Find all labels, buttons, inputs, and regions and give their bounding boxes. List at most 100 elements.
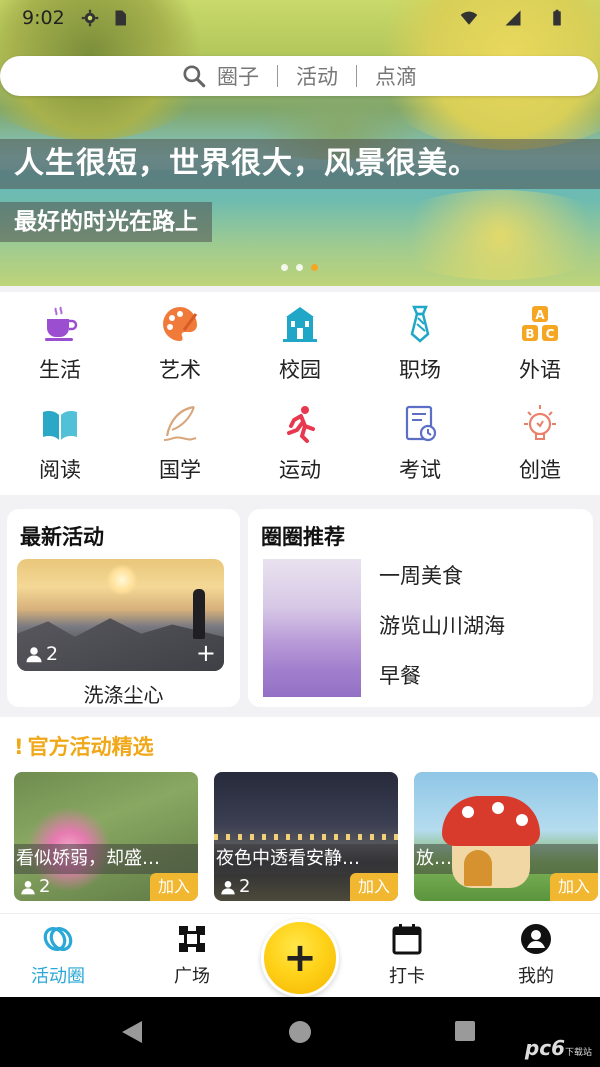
join-button[interactable]: 加入	[150, 873, 198, 901]
category-label: 国学	[159, 458, 201, 482]
official-activities-section: ! 官方活动精选 看似娇弱，却盛… 2 加入 夜色中透看安静… 2 加入 放… 加…	[0, 717, 600, 913]
banner-carousel[interactable]: 9:02 圈子 活动 点滴 人生很短，世界很大，风景很美。 最好的时光在路上	[0, 0, 600, 286]
quill-icon	[163, 405, 197, 441]
category-label: 艺术	[159, 358, 201, 382]
tab-label: 打卡	[389, 966, 425, 987]
create-fab-button[interactable]: +	[261, 919, 339, 997]
official-activity-title: 看似娇弱，却盛…	[14, 844, 198, 874]
tab-label: 我的	[518, 966, 554, 987]
category-sinology[interactable]: 国学	[120, 392, 240, 492]
tab-mine[interactable]: 我的	[486, 922, 586, 988]
plus-icon: +	[283, 935, 317, 981]
city-lights	[214, 834, 398, 840]
official-activity-card[interactable]: 夜色中透看安静… 2 加入	[214, 772, 398, 901]
settings-gear-icon	[81, 9, 98, 27]
category-label: 运动	[279, 458, 321, 482]
category-exam[interactable]: 考试	[360, 392, 480, 492]
sd-card-icon	[115, 10, 126, 26]
recent-apps-icon[interactable]	[455, 1021, 475, 1041]
circle-item-breakfast[interactable]: 早餐	[379, 661, 505, 711]
category-sports[interactable]: 运动	[240, 392, 360, 492]
back-icon[interactable]	[122, 1021, 142, 1043]
official-activity-card[interactable]: 放… 加入	[414, 772, 598, 901]
category-label: 考试	[399, 458, 441, 482]
rings-icon	[43, 927, 73, 951]
carousel-dots[interactable]	[281, 264, 318, 271]
participant-count: 2	[220, 876, 250, 897]
search-scope-circle[interactable]: 圈子	[217, 61, 259, 91]
school-building-icon	[283, 307, 317, 342]
necktie-icon	[410, 305, 430, 343]
carousel-dot-active[interactable]	[311, 264, 318, 271]
carousel-dot[interactable]	[296, 264, 303, 271]
circle-item-food[interactable]: 一周美食	[379, 561, 505, 611]
latest-activity-title: 最新活动	[20, 525, 104, 549]
category-label: 阅读	[39, 458, 81, 482]
mushroom-house-door	[464, 850, 492, 886]
category-label: 创造	[519, 458, 561, 482]
watermark-sub: 下载站	[564, 1048, 592, 1058]
battery-icon	[553, 9, 561, 26]
person-silhouette	[193, 589, 205, 639]
tab-activity-circle[interactable]: 活动圈	[8, 922, 108, 988]
category-label: 校园	[279, 358, 321, 382]
tab-plaza[interactable]: 广场	[142, 922, 242, 988]
search-divider	[277, 65, 278, 87]
latest-activity-image[interactable]: 2 +	[17, 559, 224, 671]
search-bar[interactable]: 圈子 活动 点滴	[0, 56, 598, 96]
category-label: 生活	[39, 358, 81, 382]
latest-activity-caption[interactable]: 洗涤尘心	[7, 679, 240, 708]
svg-text:B: B	[525, 327, 534, 341]
user-circle-icon	[521, 924, 551, 954]
category-workplace[interactable]: 职场	[360, 292, 480, 392]
exclamation-icon: !	[14, 735, 24, 759]
search-scope-moments[interactable]: 点滴	[375, 61, 417, 91]
category-reading[interactable]: 阅读	[0, 392, 120, 492]
circle-item-travel[interactable]: 游览山川湖海	[379, 611, 505, 661]
exam-paper-icon	[405, 405, 437, 442]
banner-slogan-main: 人生很短，世界很大，风景很美。	[0, 139, 600, 189]
calendar-icon	[392, 924, 422, 955]
participant-count: 2	[20, 876, 50, 897]
lavender-field-image[interactable]	[263, 559, 361, 697]
circle-recommend-title: 圈圈推荐	[261, 525, 345, 549]
add-activity-button[interactable]: +	[196, 641, 216, 665]
carousel-dot[interactable]	[281, 264, 288, 271]
join-button[interactable]: 加入	[350, 873, 398, 901]
official-section-title: ! 官方活动精选	[14, 731, 154, 761]
watermark-logo: pc6下载站	[525, 1036, 592, 1060]
status-bar: 9:02	[0, 0, 600, 36]
category-create[interactable]: 创造	[480, 392, 600, 492]
search-icon	[183, 65, 206, 88]
system-nav-bar	[0, 997, 600, 1067]
open-book-icon	[43, 411, 77, 440]
search-scope-activity[interactable]: 活动	[296, 61, 338, 91]
coffee-cup-icon	[45, 306, 78, 341]
category-art[interactable]: 艺术	[120, 292, 240, 392]
official-section-label: 官方活动精选	[27, 735, 154, 759]
signal-icon	[505, 10, 521, 26]
abc-blocks-icon: AB C	[522, 306, 558, 341]
join-button[interactable]: 加入	[550, 873, 598, 901]
participant-number: 2	[239, 876, 251, 897]
category-campus[interactable]: 校园	[240, 292, 360, 392]
running-person-icon	[287, 406, 315, 443]
svg-text:C: C	[546, 327, 555, 341]
category-label: 职场	[399, 358, 441, 382]
person-icon	[26, 647, 42, 663]
sun-glow	[107, 565, 137, 595]
participant-number: 2	[39, 876, 51, 897]
status-time: 9:02	[22, 7, 65, 29]
tab-label: 广场	[174, 966, 210, 987]
square-plaza-icon	[179, 926, 205, 952]
circle-recommend-card: 圈圈推荐 一周美食 游览山川湖海 早餐	[248, 509, 593, 707]
home-icon[interactable]	[289, 1021, 311, 1043]
circle-recommend-list: 一周美食 游览山川湖海 早餐	[379, 561, 505, 711]
category-language[interactable]: ABC 外语	[480, 292, 600, 392]
wifi-icon	[460, 11, 478, 25]
category-life[interactable]: 生活	[0, 292, 120, 392]
official-activity-card[interactable]: 看似娇弱，却盛… 2 加入	[14, 772, 198, 901]
category-label: 外语	[519, 358, 561, 382]
search-divider	[356, 65, 357, 87]
tab-check-in[interactable]: 打卡	[357, 922, 457, 988]
